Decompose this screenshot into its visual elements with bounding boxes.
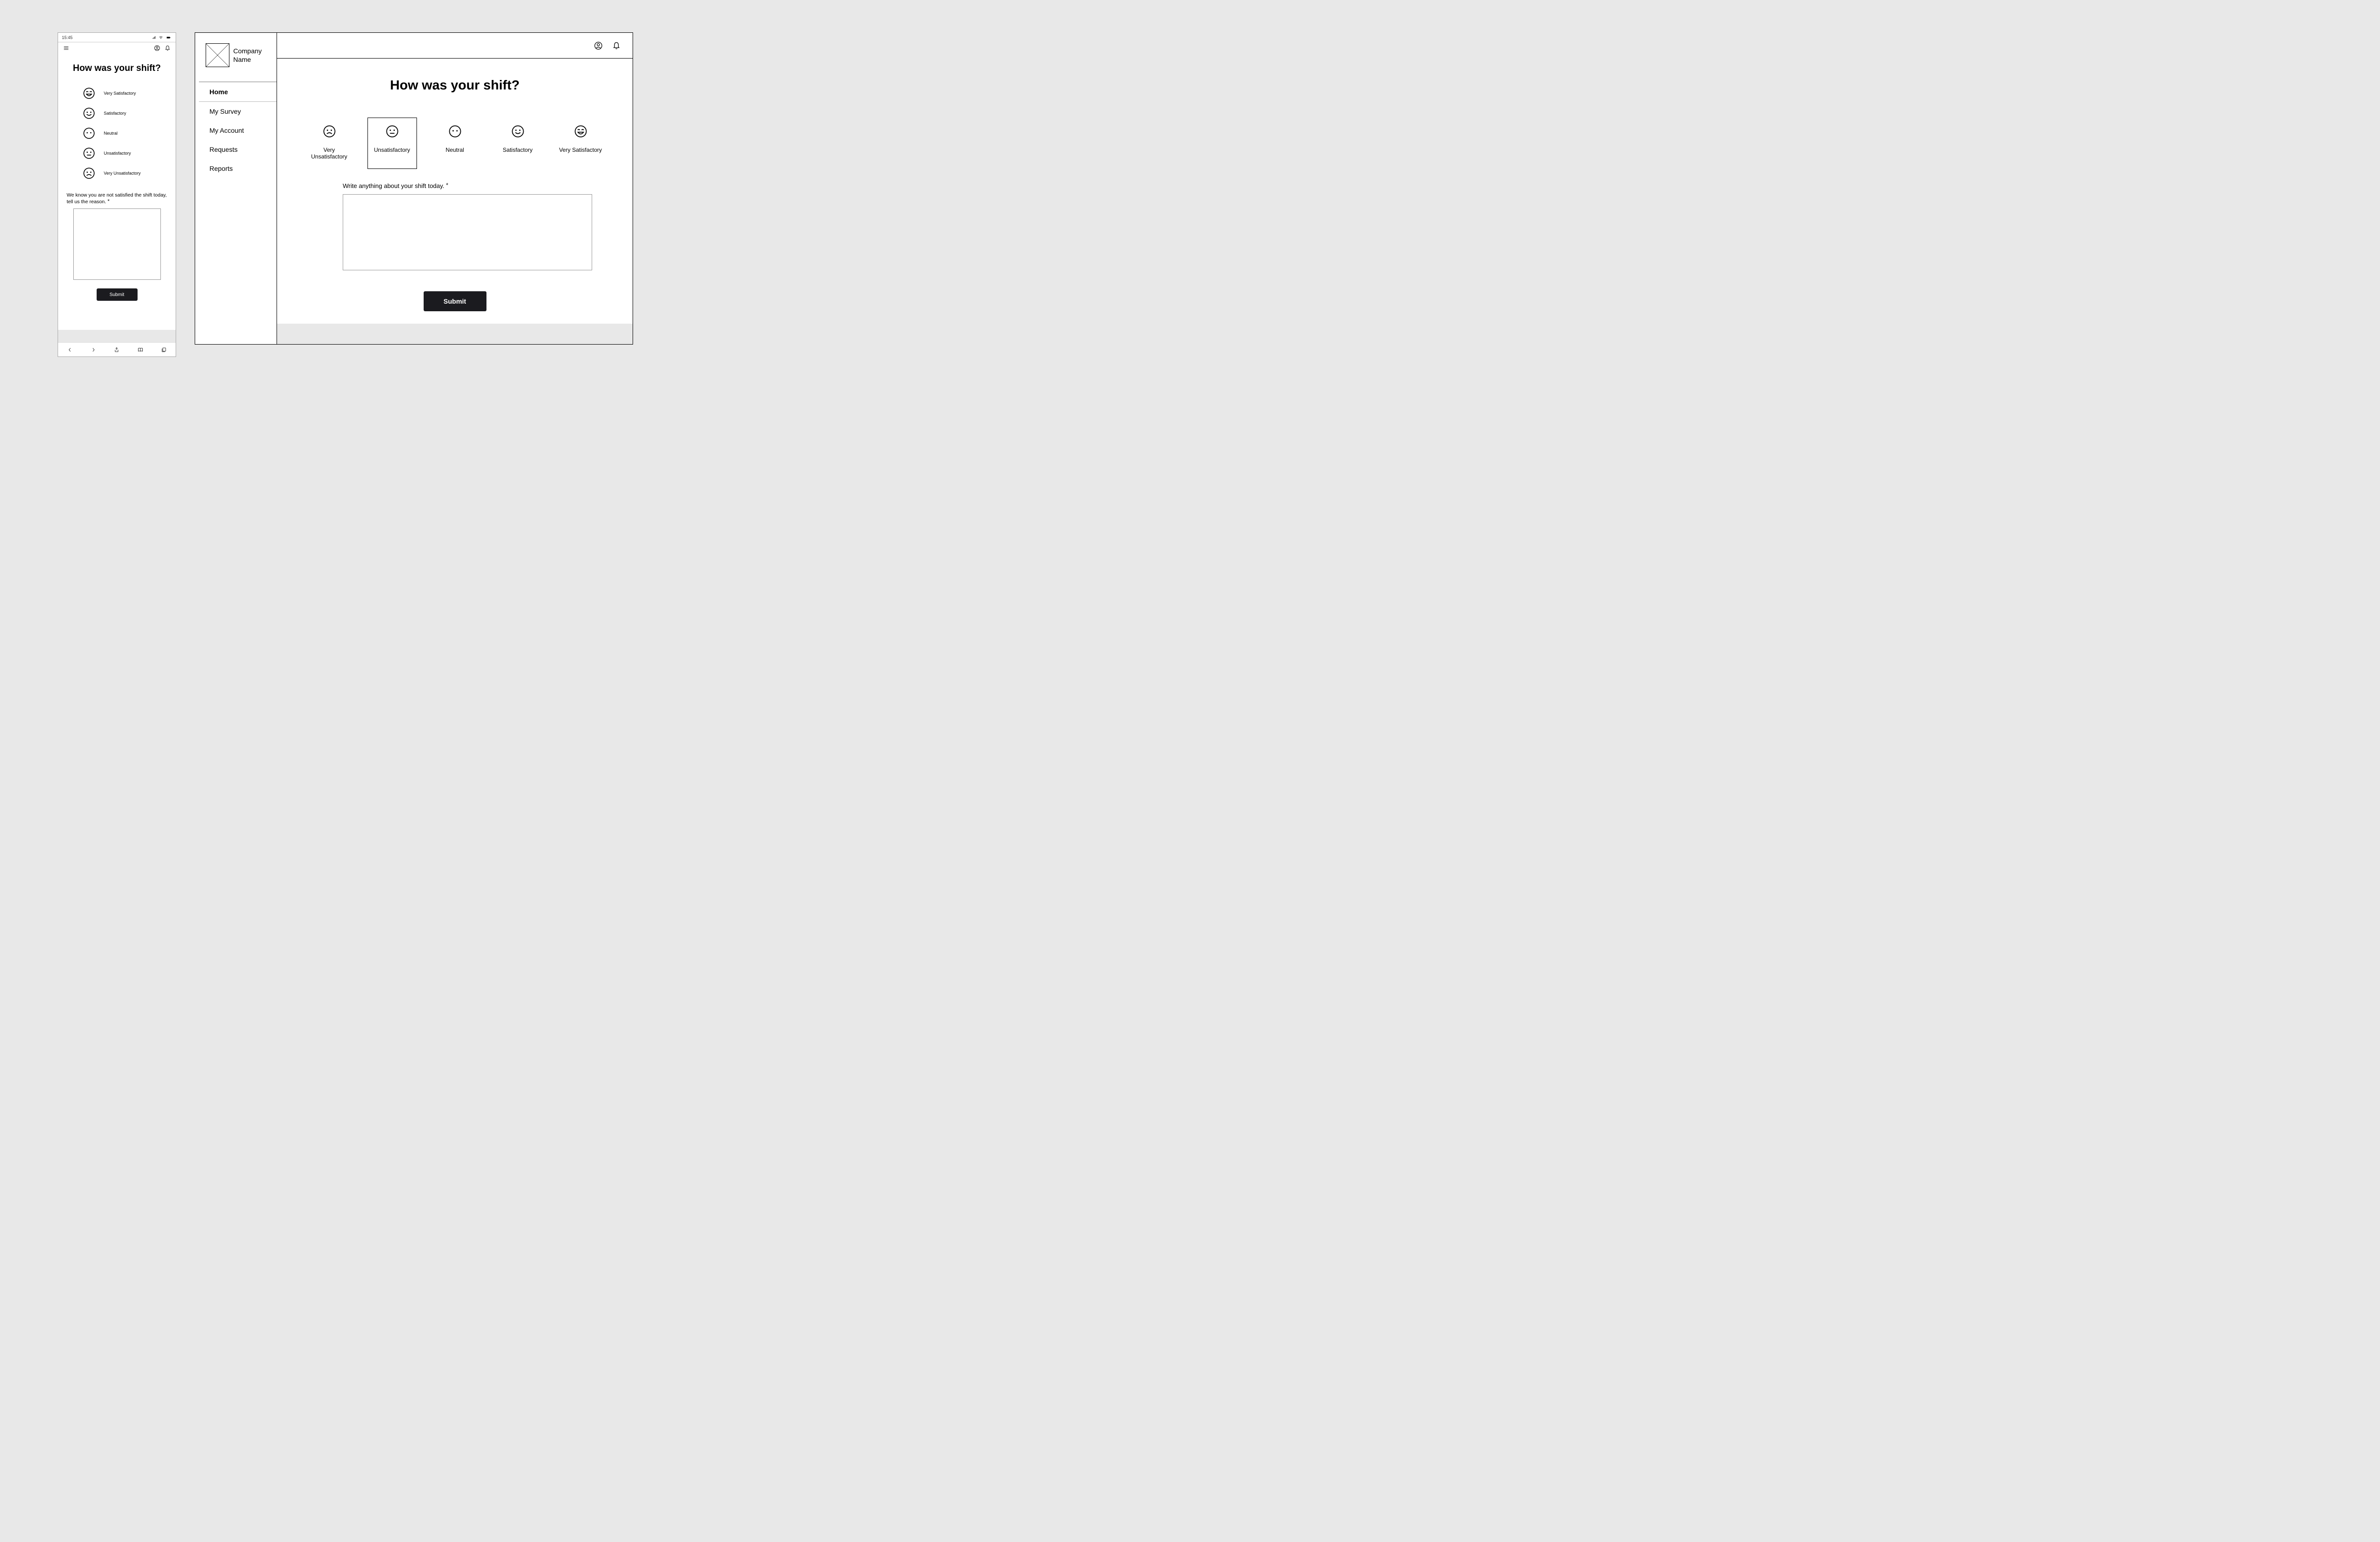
rating-option-very-satisfactory[interactable]: Very Satisfactory	[67, 83, 167, 103]
wifi-icon	[159, 35, 163, 40]
satisfactory-icon	[511, 125, 525, 138]
rating-label: Satisfactory	[503, 147, 533, 153]
status-time: 15:45	[62, 35, 73, 40]
rating-option-satisfactory[interactable]: Satisfactory	[67, 103, 167, 123]
rating-option-unsatisfactory[interactable]: Unsatisfactory	[67, 143, 167, 163]
feedback-input[interactable]	[73, 208, 161, 280]
status-bar: 15:45	[58, 33, 176, 42]
rating-option-satisfactory[interactable]: Satisfactory	[493, 118, 543, 169]
top-bar	[277, 33, 633, 59]
battery-icon	[165, 35, 172, 40]
sidebar-item-home[interactable]: Home	[199, 82, 277, 102]
forward-icon[interactable]	[90, 347, 96, 353]
unsatisfactory-icon	[386, 125, 399, 138]
bell-icon[interactable]	[164, 45, 171, 51]
app-bar	[58, 42, 176, 54]
account-icon[interactable]	[594, 41, 603, 50]
submit-button[interactable]: Submit	[424, 291, 486, 311]
neutral-icon	[83, 127, 95, 139]
feedback-prompt: We know you are not satisfied the shift …	[67, 192, 167, 208]
rating-option-very-satisfactory[interactable]: Very Satisfactory	[556, 118, 605, 169]
company-name-line2: Name	[233, 56, 251, 63]
very-unsatisfactory-icon	[83, 167, 95, 179]
rating-label: Very Satisfactory	[104, 91, 136, 96]
sidebar-item-account[interactable]: My Account	[195, 121, 277, 140]
sidebar-item-requests[interactable]: Requests	[195, 140, 277, 159]
sidebar-item-survey[interactable]: My Survey	[195, 102, 277, 121]
neutral-icon	[448, 125, 462, 138]
feedback-prompt-text: Write anything about your shift today.	[343, 182, 444, 189]
sidebar: Company Name Home My Survey My Account R…	[195, 33, 277, 344]
back-icon[interactable]	[67, 347, 73, 353]
very-satisfactory-icon	[83, 87, 95, 99]
sidebar-item-reports[interactable]: Reports	[195, 159, 277, 178]
account-icon[interactable]	[154, 45, 160, 51]
page-title: How was your shift?	[291, 78, 618, 93]
feedback-prompt: Write anything about your shift today. *	[291, 182, 618, 189]
rating-option-very-unsatisfactory[interactable]: Very Unsatisfactory	[305, 118, 354, 169]
rating-label: Very Unsatisfactory	[104, 171, 141, 176]
rating-label: Neutral	[446, 147, 464, 153]
desktop-frame: Company Name Home My Survey My Account R…	[195, 32, 633, 345]
rating-label: Unsatisfactory	[104, 151, 131, 156]
rating-option-unsatisfactory[interactable]: Unsatisfactory	[367, 118, 417, 169]
tabs-icon[interactable]	[161, 347, 167, 353]
rating-label: Very Unsatisfactory	[311, 147, 347, 160]
sidebar-nav: Home My Survey My Account Requests Repor…	[195, 81, 277, 178]
required-mark: *	[108, 198, 109, 204]
rating-label: Unsatisfactory	[374, 147, 410, 153]
signal-icon	[152, 35, 157, 40]
logo-placeholder	[206, 43, 229, 67]
browser-toolbar	[58, 342, 176, 356]
feedback-input[interactable]	[343, 194, 592, 270]
book-icon[interactable]	[138, 347, 143, 353]
company-name: Company Name	[233, 47, 262, 64]
bell-icon[interactable]	[612, 41, 621, 50]
mobile-frame: 15:45 How was your shift? Very Satisfact…	[58, 32, 176, 357]
main-content: How was your shift? Very Unsatisfactory …	[277, 59, 633, 324]
share-icon[interactable]	[114, 347, 119, 353]
company-name-line1: Company	[233, 47, 262, 55]
feedback-prompt-text: We know you are not satisfied the shift …	[67, 192, 167, 205]
very-unsatisfactory-icon	[323, 125, 336, 138]
submit-button[interactable]: Submit	[97, 288, 138, 301]
page-title: How was your shift?	[67, 63, 167, 74]
rating-option-neutral[interactable]: Neutral	[430, 118, 480, 169]
footer-spacer	[58, 330, 176, 342]
rating-option-very-unsatisfactory[interactable]: Very Unsatisfactory	[67, 163, 167, 183]
rating-label: Neutral	[104, 131, 118, 136]
very-satisfactory-icon	[574, 125, 587, 138]
satisfactory-icon	[83, 107, 95, 119]
rating-options: Very Unsatisfactory Unsatisfactory Neutr…	[291, 118, 618, 169]
unsatisfactory-icon	[83, 147, 95, 159]
rating-option-neutral[interactable]: Neutral	[67, 123, 167, 143]
rating-label: Satisfactory	[104, 111, 126, 116]
rating-label: Very Satisfactory	[559, 147, 602, 153]
hamburger-icon[interactable]	[63, 45, 69, 51]
required-mark: *	[446, 182, 448, 188]
